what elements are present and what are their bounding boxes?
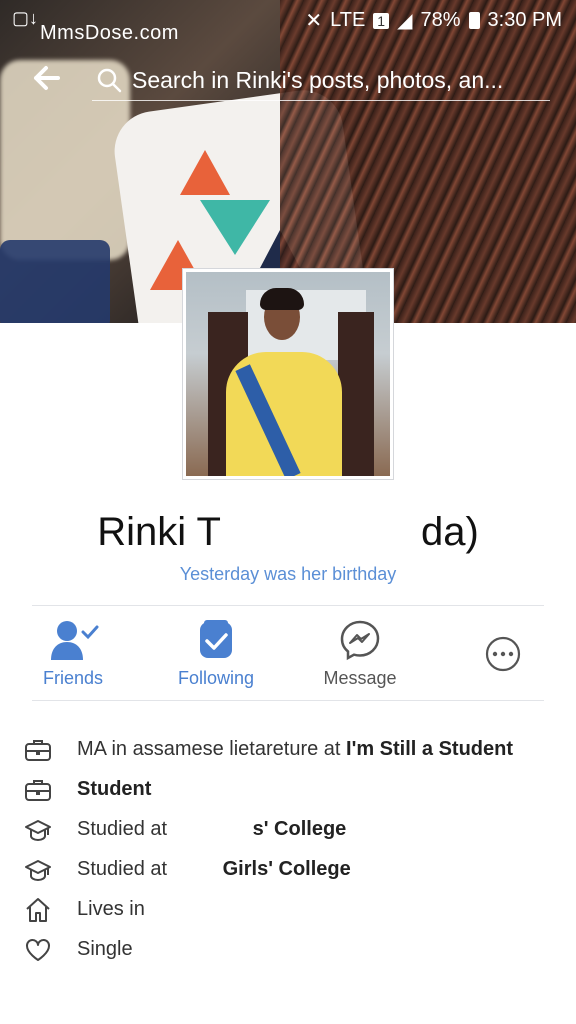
- friends-check-icon: [51, 621, 99, 660]
- watermark: MmsDose.com: [40, 22, 179, 44]
- graduation-cap-icon: [25, 820, 51, 842]
- about-item-relationship[interactable]: Single: [24, 936, 544, 964]
- name-end: da): [420, 510, 479, 554]
- profile-picture[interactable]: [182, 268, 394, 480]
- divider: [32, 605, 544, 606]
- about-item-work[interactable]: MA in assamese lietareture at I'm Still …: [24, 736, 544, 764]
- about-list: MA in assamese lietareture at I'm Still …: [24, 736, 544, 976]
- signal-icon: ◢: [397, 10, 413, 32]
- friends-button[interactable]: Friends: [8, 616, 138, 689]
- heart-icon: [26, 939, 50, 961]
- network-label: LTE: [330, 9, 366, 31]
- profile-name: Rinki T da): [0, 510, 576, 555]
- friends-label: Friends: [42, 668, 104, 688]
- search-icon: [97, 68, 122, 93]
- birthday-note[interactable]: Yesterday was her birthday: [0, 564, 576, 585]
- message-label: Message: [323, 668, 397, 688]
- about-item-education-1[interactable]: Studied at s' College: [24, 816, 544, 844]
- notification-icon: ▢↓: [12, 8, 39, 28]
- divider: [32, 700, 544, 701]
- about-item-occupation[interactable]: Student: [24, 776, 544, 804]
- briefcase-icon: [25, 780, 51, 801]
- graduation-cap-icon: [25, 860, 51, 882]
- about-item-education-2[interactable]: Studied at Girls' College: [24, 856, 544, 884]
- battery-percent: 78%: [420, 9, 461, 31]
- more-button[interactable]: [438, 616, 568, 692]
- following-check-icon: [200, 620, 232, 658]
- search-input[interactable]: Search in Rinki's posts, photos, an...: [132, 67, 503, 94]
- sim-label: 1: [373, 12, 390, 29]
- search-bar[interactable]: Search in Rinki's posts, photos, an...: [92, 60, 550, 101]
- message-button[interactable]: Message: [295, 616, 425, 689]
- more-icon: [485, 636, 521, 672]
- battery-icon: [468, 12, 480, 29]
- clock: 3:30 PM: [487, 9, 562, 31]
- redaction: [220, 517, 421, 552]
- action-bar: Friends Following Message: [0, 616, 576, 696]
- back-arrow-icon[interactable]: [28, 60, 64, 96]
- home-icon: [26, 898, 50, 922]
- about-item-lives[interactable]: Lives in: [24, 896, 544, 924]
- following-button[interactable]: Following: [151, 616, 281, 689]
- name-first: Rinki T: [97, 510, 221, 554]
- messenger-icon: [340, 620, 380, 661]
- following-label: Following: [177, 668, 255, 688]
- briefcase-icon: [25, 740, 51, 761]
- mute-icon: ✕: [305, 10, 323, 32]
